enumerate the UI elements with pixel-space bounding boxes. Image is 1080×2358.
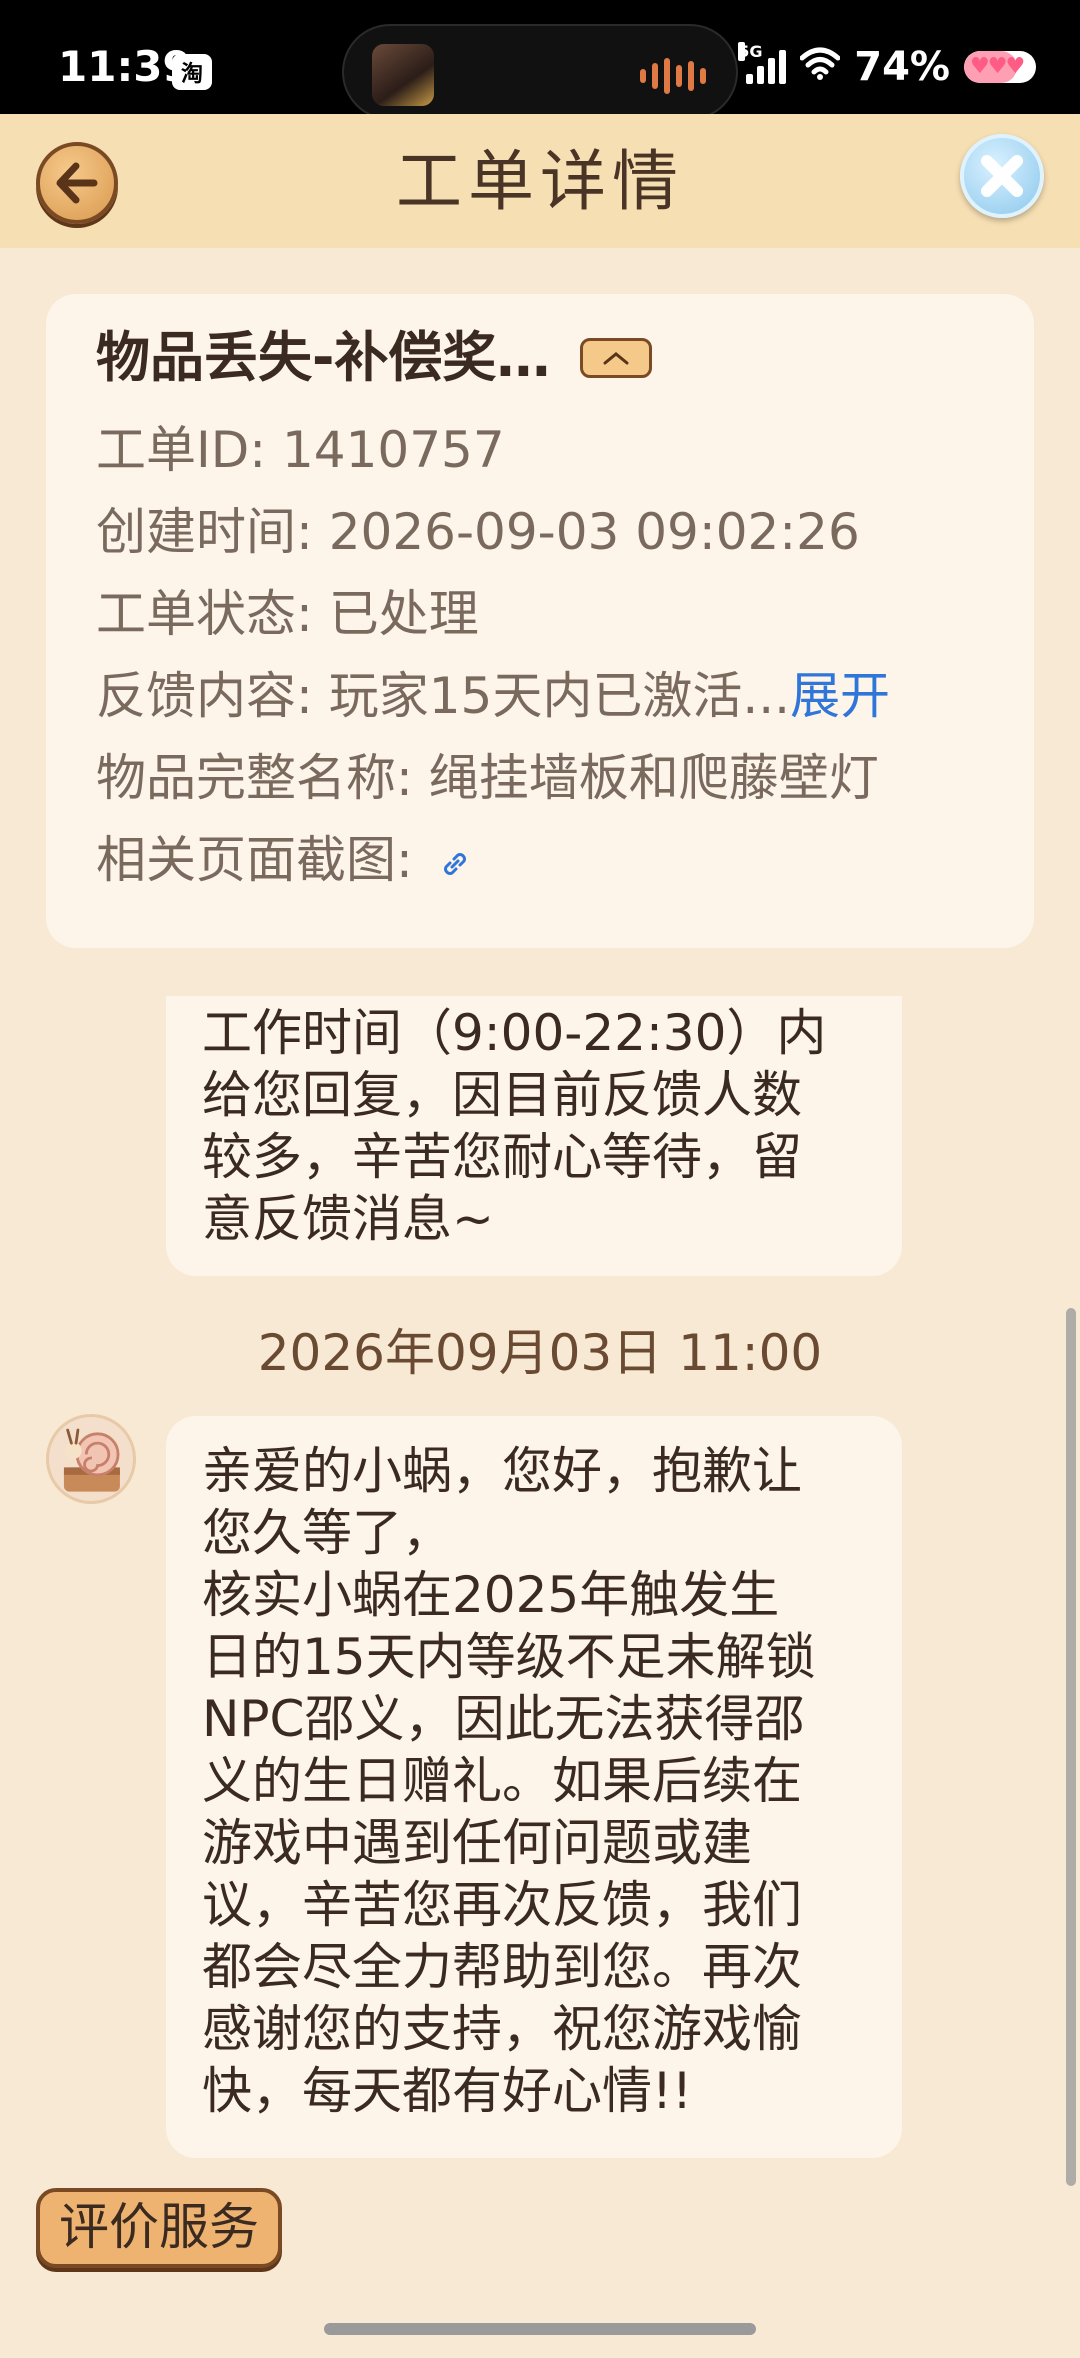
message-line: 工作时间（9:00-22:30）内 (202, 1004, 827, 1062)
message-line: 核实小蜗在2025年触发生 (202, 1566, 780, 1624)
screenshot-row: 相关页面截图: (96, 830, 473, 890)
message-line: NPC邵义，因此无法获得邵 (202, 1690, 805, 1748)
message-line: 日的15天内等级不足未解锁 (202, 1628, 816, 1686)
chevron-up-icon (603, 352, 629, 365)
snail-icon (63, 1428, 120, 1492)
dynamic-island[interactable] (342, 24, 738, 120)
network-type: 5G (738, 41, 763, 61)
game-avatar-icon (372, 44, 434, 106)
message-bubble: 亲爱的小蜗，您好，抱歉让 您久等了， 核实小蜗在2025年触发生 日的15天内等… (166, 1416, 902, 2158)
scrollbar[interactable] (1066, 1308, 1076, 2186)
message-line: 您久等了， (202, 1504, 452, 1562)
message-line: 感谢您的支持，祝您游戏愉 (202, 2000, 802, 2058)
created-time-row: 创建时间: 2026-09-03 09:02:26 (96, 502, 860, 562)
battery-percent: 74% (854, 43, 950, 90)
support-avatar (46, 1414, 136, 1504)
close-icon (981, 155, 1023, 197)
status-label: 工单状态: (96, 585, 329, 643)
ticket-info-card: 物品丢失-补偿奖… 工单ID: 1410757 创建时间: 2026-09-03… (46, 294, 1034, 948)
ticket-title: 物品丢失-补偿奖… (96, 326, 551, 389)
close-button[interactable] (960, 134, 1044, 218)
ticket-id-row: 工单ID: 1410757 (96, 420, 505, 480)
item-name-value: 绳挂墙板和爬藤壁灯 (428, 749, 879, 807)
screenshot-label: 相关页面截图: (96, 831, 429, 889)
message-line: 较多，辛苦您耐心等待，留 (202, 1128, 802, 1186)
message-line: 亲爱的小蜗，您好，抱歉让 (202, 1442, 802, 1500)
status-value: 已处理 (328, 585, 479, 643)
feedback-value: 玩家15天内已激活... (328, 667, 791, 725)
feedback-label: 反馈内容: (96, 667, 329, 725)
collapse-button[interactable] (580, 338, 653, 378)
audio-wave-icon (640, 58, 706, 94)
feedback-row: 反馈内容: 玩家15天内已激活...展开 (96, 666, 890, 726)
message-timestamp: 2026年09月03日 11:00 (257, 1324, 823, 1382)
ticket-id-label: 工单ID: (96, 421, 282, 479)
created-time-value: 2026-09-03 09:02:26 (328, 503, 860, 561)
message-line: 给您回复，因目前反馈人数 (202, 1066, 802, 1124)
page-title: 工单详情 (396, 143, 684, 220)
message-line: 议，辛苦您再次反馈，我们 (202, 1876, 802, 1934)
status-bar: 11:39 淘 5G 74% ♥♥♥ (0, 0, 1080, 120)
expand-link[interactable]: 展开 (790, 667, 890, 725)
header-bar: 工单详情 (0, 114, 1080, 248)
heart-icon: ♥♥♥ (970, 53, 1025, 79)
created-time-label: 创建时间: (96, 503, 329, 561)
home-indicator[interactable] (324, 2323, 756, 2335)
item-name-row: 物品完整名称: 绳挂墙板和爬藤壁灯 (96, 748, 879, 808)
wifi-icon (799, 46, 841, 87)
battery-icon: ♥♥♥ (964, 50, 1036, 83)
message-line: 快，每天都有好心情!! (202, 2062, 693, 2120)
status-indicators: 5G 74% ♥♥♥ (738, 41, 1036, 90)
ticket-id-value: 1410757 (282, 421, 505, 479)
link-icon[interactable] (437, 846, 473, 882)
taobao-icon: 淘 (172, 54, 212, 90)
item-name-label: 物品完整名称: (96, 749, 429, 807)
status-row: 工单状态: 已处理 (96, 584, 479, 644)
rate-service-button[interactable]: 评价服务 (36, 2188, 282, 2268)
message-line: 意反馈消息~ (202, 1190, 494, 1248)
message-line: 都会尽全力帮助到您。再次 (202, 1938, 802, 1996)
signal-icon: 5G (738, 41, 787, 84)
message-line: 义的生日赠礼。如果后续在 (202, 1752, 802, 1810)
message-line: 游戏中遇到任何问题或建 (202, 1814, 752, 1872)
message-bubble: 工作时间（9:00-22:30）内 给您回复，因目前反馈人数 较多，辛苦您耐心等… (166, 996, 902, 1276)
ticket-title-row: 物品丢失-补偿奖… (96, 322, 653, 394)
